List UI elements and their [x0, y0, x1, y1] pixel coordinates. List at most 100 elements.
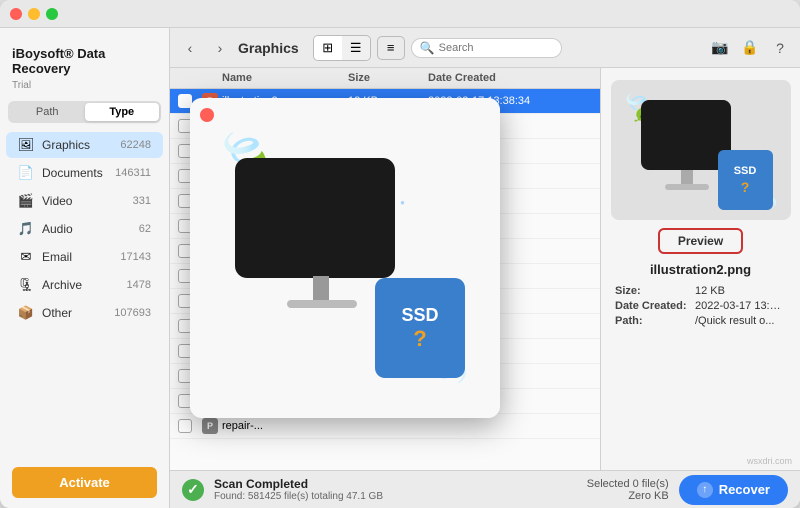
- ssd-question-icon: ?: [413, 326, 426, 352]
- file-list: Name Size Date Created ✓ P illustration2…: [170, 68, 600, 470]
- search-icon: 🔍: [420, 41, 435, 55]
- toolbar-right-buttons: 📷 🔒 ?: [708, 36, 792, 60]
- tab-path[interactable]: Path: [10, 103, 85, 121]
- size-value: 12 KB: [695, 285, 725, 297]
- sidebar-count-other: 107693: [114, 307, 151, 319]
- info-button[interactable]: 🔒: [738, 36, 762, 60]
- selected-size: Zero KB: [587, 490, 669, 502]
- sidebar-count-documents: 146311: [115, 167, 151, 179]
- preview-filename: illustration2.png: [650, 262, 751, 277]
- popup-image: 🍃 🍃 ● ● ●: [190, 98, 500, 418]
- file-area: Name Size Date Created ✓ P illustration2…: [170, 68, 800, 470]
- app-trial: Trial: [0, 80, 169, 101]
- titlebar: [0, 0, 800, 28]
- sidebar-count-archive: 1478: [127, 279, 151, 291]
- recover-icon: ↑: [697, 482, 713, 498]
- preview-path-row: Path: /Quick result o...: [615, 315, 786, 327]
- sidebar-label-other: Other: [42, 306, 106, 320]
- search-box: 🔍: [411, 38, 563, 58]
- video-icon: 🎬: [18, 193, 34, 209]
- date-value: 2022-03-17 13:38:34: [695, 300, 786, 312]
- header-date: Date Created: [428, 72, 568, 84]
- sidebar-item-graphics[interactable]: 🖼 Graphics 62248: [6, 132, 163, 158]
- date-label: Date Created:: [615, 300, 695, 312]
- close-button[interactable]: [10, 8, 22, 20]
- preview-panel: 🍃 🍃 SSD ?: [600, 68, 800, 470]
- toolbar: ‹ › Graphics ⊞ ☰ ≡ 🔍 📷 🔒 ?: [170, 28, 800, 68]
- sidebar-label-email: Email: [42, 250, 112, 264]
- preview-meta: Size: 12 KB Date Created: 2022-03-17 13:…: [611, 285, 790, 330]
- sidebar-item-documents[interactable]: 📄 Documents 146311: [6, 160, 163, 186]
- file-type-badge: P: [202, 418, 218, 434]
- sidebar-count-graphics: 62248: [120, 139, 151, 151]
- recover-label: Recover: [719, 482, 770, 497]
- camera-button[interactable]: 📷: [708, 36, 732, 60]
- documents-icon: 📄: [18, 165, 34, 181]
- sidebar-item-other[interactable]: 📦 Other 107693: [6, 300, 163, 326]
- sidebar: iBoysoft® Data Recovery Trial Path Type …: [0, 28, 170, 508]
- sidebar-item-video[interactable]: 🎬 Video 331: [6, 188, 163, 214]
- path-label: Path:: [615, 315, 695, 327]
- sidebar-label-documents: Documents: [42, 166, 107, 180]
- tab-type[interactable]: Type: [85, 103, 160, 121]
- audio-icon: 🎵: [18, 221, 34, 237]
- sidebar-count-video: 331: [133, 195, 151, 207]
- small-ssd-box: SSD ?: [718, 150, 773, 210]
- preview-size-row: Size: 12 KB: [615, 285, 786, 297]
- sidebar-count-audio: 62: [139, 223, 151, 235]
- ssd-label: SSD: [401, 305, 438, 326]
- recover-button[interactable]: ↑ Recover: [679, 475, 788, 505]
- sidebar-count-email: 17143: [120, 251, 151, 263]
- header-name: Name: [222, 72, 348, 84]
- grid-view-button[interactable]: ⊞: [314, 36, 342, 60]
- ssd-box: SSD ?: [375, 278, 465, 378]
- sidebar-item-email[interactable]: ✉ Email 17143: [6, 244, 163, 270]
- list-view-button[interactable]: ☰: [342, 36, 370, 60]
- minimize-button[interactable]: [28, 8, 40, 20]
- file-name: repair-...: [222, 420, 372, 432]
- size-label: Size:: [615, 285, 695, 297]
- back-button[interactable]: ‹: [178, 36, 202, 60]
- maximize-button[interactable]: [46, 8, 58, 20]
- filter-button[interactable]: ≡: [377, 36, 405, 60]
- preview-illustration: 🍃 🍃 SSD ?: [621, 90, 781, 210]
- preview-thumbnail: 🍃 🍃 SSD ?: [611, 80, 791, 220]
- small-ssd-label: SSD: [734, 165, 757, 177]
- email-icon: ✉: [18, 249, 34, 265]
- scan-detail: Found: 581425 file(s) totaling 47.1 GB: [214, 491, 383, 502]
- sidebar-item-audio[interactable]: 🎵 Audio 62: [6, 216, 163, 242]
- archive-icon: 🗜: [18, 277, 34, 293]
- search-input[interactable]: [439, 42, 554, 54]
- dot-decoration-1: ●: [400, 198, 405, 207]
- app-window: iBoysoft® Data Recovery Trial Path Type …: [0, 0, 800, 508]
- sidebar-label-graphics: Graphics: [42, 138, 112, 152]
- help-button[interactable]: ?: [768, 36, 792, 60]
- large-illustration: 🍃 🍃 ● ● ●: [205, 118, 485, 398]
- sidebar-label-video: Video: [42, 194, 125, 208]
- toolbar-title: Graphics: [238, 40, 299, 56]
- main-content: ‹ › Graphics ⊞ ☰ ≡ 🔍 📷 🔒 ?: [170, 28, 800, 508]
- small-ssd-question: ?: [741, 179, 750, 195]
- small-imac-base: [665, 184, 709, 190]
- other-icon: 📦: [18, 305, 34, 321]
- file-checkbox[interactable]: [178, 419, 192, 433]
- header-size: Size: [348, 72, 428, 84]
- forward-button[interactable]: ›: [208, 36, 232, 60]
- sidebar-item-archive[interactable]: 🗜 Archive 1478: [6, 272, 163, 298]
- preview-button[interactable]: Preview: [658, 228, 743, 254]
- content-area: iBoysoft® Data Recovery Trial Path Type …: [0, 28, 800, 508]
- status-bar: ✓ Scan Completed Found: 581425 file(s) t…: [170, 470, 800, 508]
- file-list-header: Name Size Date Created: [170, 68, 600, 89]
- watermark: wsxdri.com: [747, 456, 792, 466]
- scan-text: Scan Completed Found: 581425 file(s) tot…: [214, 477, 383, 502]
- selected-files-count: Selected 0 file(s): [587, 478, 669, 490]
- imac-base: [287, 300, 357, 308]
- tab-bar: Path Type: [8, 101, 161, 123]
- preview-date-row: Date Created: 2022-03-17 13:38:34: [615, 300, 786, 312]
- sidebar-label-archive: Archive: [42, 278, 119, 292]
- sidebar-label-audio: Audio: [42, 222, 131, 236]
- view-toggle: ⊞ ☰: [313, 35, 371, 61]
- preview-popup: 🍃 🍃 ● ● ●: [190, 98, 500, 418]
- path-value: /Quick result o...: [695, 315, 774, 327]
- activate-button[interactable]: Activate: [12, 467, 157, 498]
